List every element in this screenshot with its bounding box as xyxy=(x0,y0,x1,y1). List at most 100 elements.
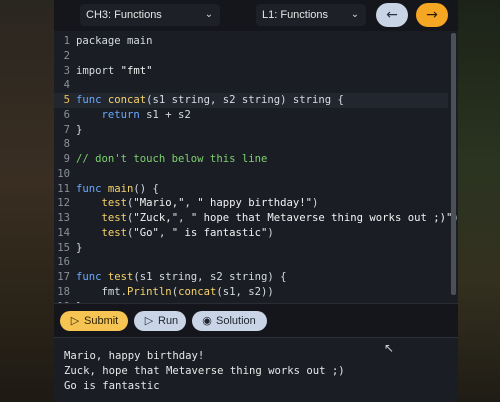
line-number: 1 xyxy=(63,35,70,47)
line-number: 14 xyxy=(57,226,70,239)
code-line[interactable]: 7} xyxy=(54,123,448,138)
code-token: , xyxy=(184,197,198,210)
code-token: , xyxy=(178,212,191,224)
line-number: 11 xyxy=(57,182,70,195)
code-line[interactable]: 1 package main xyxy=(54,34,448,49)
code-token: concat xyxy=(178,285,217,298)
code-line[interactable]: 8 xyxy=(54,137,448,152)
code-token: test xyxy=(107,271,134,283)
code-token: () { xyxy=(133,182,159,195)
code-token: test xyxy=(101,197,128,210)
submit-label: Submit xyxy=(84,315,119,327)
action-bar: ▷ Submit ▷ Run ◉ Solution xyxy=(54,303,458,338)
code-token: s1 + s2 xyxy=(146,108,191,121)
code-line[interactable]: 16 xyxy=(54,255,448,270)
code-token: " hope that Metaverse thing works out ;)… xyxy=(190,212,453,224)
solution-button[interactable]: ◉ Solution xyxy=(192,311,267,331)
output-line: Mario, happy birthday! xyxy=(64,350,205,362)
code-text: test("Go", " is fantastic") xyxy=(76,226,274,241)
line-number: 13 xyxy=(57,212,70,224)
code-text: package main xyxy=(76,34,153,49)
code-token: fmt. xyxy=(76,285,128,298)
line-number: 10 xyxy=(57,167,70,180)
line-number: 3 xyxy=(63,64,70,77)
code-token: (s1 string, s2 string) string { xyxy=(146,94,344,106)
code-token: import xyxy=(76,64,121,77)
code-token: " is fantastic" xyxy=(171,226,268,239)
line-number: 5 xyxy=(63,94,70,106)
code-line[interactable]: 6 return s1 + s2 xyxy=(54,108,448,123)
line-number: 17 xyxy=(57,271,70,283)
code-line[interactable]: 12 test("Mario,", " happy birthday!") xyxy=(54,196,448,211)
chapter-select-value: CH3: Functions xyxy=(86,9,162,21)
code-line[interactable]: 2 xyxy=(54,49,448,64)
output-line: Go is fantastic xyxy=(64,380,160,392)
code-line[interactable]: 13 test("Zuck,", " hope that Metaverse t… xyxy=(54,211,459,226)
code-line[interactable]: 10 xyxy=(54,167,448,182)
code-line[interactable]: 18 fmt.Println(concat(s1, s2)) xyxy=(54,285,448,300)
code-text: test("Mario,", " happy birthday!") xyxy=(76,196,319,211)
background-left xyxy=(0,0,56,401)
code-editor[interactable]: 1 package main 2 3 import "fmt" 4 5 func concat… xyxy=(54,31,459,313)
code-token: "fmt" xyxy=(120,64,153,77)
line-number: 6 xyxy=(63,108,70,121)
code-token: "Mario," xyxy=(133,197,185,210)
code-token: (s1, s2)) xyxy=(216,285,274,298)
line-number: 4 xyxy=(63,79,70,92)
code-token: // don't touch below this line xyxy=(76,153,268,165)
code-token: ) xyxy=(267,226,274,239)
arrow-right-icon: → xyxy=(426,7,438,23)
code-text: } xyxy=(76,241,82,256)
code-token: } xyxy=(76,241,83,254)
line-number: 15 xyxy=(57,241,70,254)
output-console: Mario, happy birthday! Zuck, hope that M… xyxy=(54,337,458,402)
code-token: " happy birthday!" xyxy=(197,197,313,210)
lesson-select-value: L1: Functions xyxy=(262,9,329,21)
code-token: , xyxy=(158,226,172,239)
submit-button[interactable]: ▷ Submit xyxy=(60,311,128,331)
code-text: // don't touch below this line xyxy=(76,152,267,167)
next-lesson-button[interactable]: → xyxy=(416,3,448,27)
code-text: return s1 + s2 xyxy=(76,108,191,123)
code-line[interactable]: 17 func test(s1 string, s2 string) { xyxy=(54,270,448,285)
code-token: (s1 string, s2 string) { xyxy=(133,271,287,283)
output-line: Zuck, hope that Metaverse thing works ou… xyxy=(64,365,345,377)
code-token: "Go" xyxy=(133,226,159,239)
code-line[interactable]: 11 func main() { xyxy=(54,182,448,197)
code-token: func xyxy=(76,271,108,283)
code-line[interactable]: 14 test("Go", " is fantastic") xyxy=(54,226,448,241)
code-text: func concat(s1 string, s2 string) string… xyxy=(76,93,344,108)
code-token: main xyxy=(107,182,134,195)
lesson-toolbar: CH3: Functions ⌄ L1: Functions ⌄ ← → xyxy=(54,0,458,30)
code-text: func main() { xyxy=(76,182,159,197)
code-text: fmt.Println(concat(s1, s2)) xyxy=(76,285,274,300)
code-line[interactable]: 15} xyxy=(54,241,448,256)
line-number: 7 xyxy=(63,123,70,136)
run-button[interactable]: ▷ Run xyxy=(134,311,186,331)
code-token: "Zuck," xyxy=(133,212,179,224)
chevron-down-icon: ⌄ xyxy=(204,9,214,20)
code-token: concat xyxy=(107,94,147,106)
editor-scrollbar[interactable] xyxy=(451,33,456,295)
code-line[interactable]: 4 xyxy=(54,78,448,93)
code-token: test xyxy=(101,212,128,224)
code-line[interactable]: 5 func concat(s1 string, s2 string) strin… xyxy=(54,93,448,108)
play-icon: ▷ xyxy=(144,314,154,327)
background-right xyxy=(458,0,500,401)
code-token: ) xyxy=(312,197,319,210)
code-text: } xyxy=(76,123,82,138)
code-token: return xyxy=(76,108,147,121)
chevron-down-icon: ⌄ xyxy=(350,9,360,20)
line-number: 2 xyxy=(63,49,70,62)
code-line[interactable]: 3 import "fmt" xyxy=(54,64,448,79)
mouse-pointer-icon: ↖ xyxy=(384,341,395,355)
code-exercise-window: CH3: Functions ⌄ L1: Functions ⌄ ← → 1 pa… xyxy=(54,0,459,402)
code-line[interactable]: 9 // don't touch below this line xyxy=(54,152,448,167)
lesson-select[interactable]: L1: Functions ⌄ xyxy=(256,4,366,26)
eye-icon: ◉ xyxy=(202,314,212,327)
previous-lesson-button[interactable]: ← xyxy=(376,3,408,27)
code-token: package main xyxy=(76,35,153,47)
chapter-select[interactable]: CH3: Functions ⌄ xyxy=(80,4,220,26)
line-number: 8 xyxy=(63,138,70,151)
